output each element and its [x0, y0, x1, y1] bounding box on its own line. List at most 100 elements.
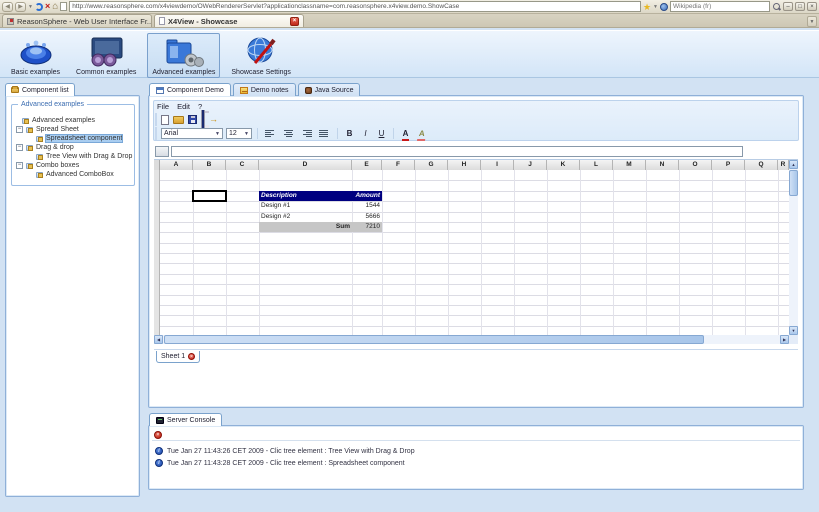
- cell-design1-label[interactable]: Design #1: [259, 201, 352, 211]
- scroll-left-icon[interactable]: ◀: [154, 335, 163, 344]
- align-right-button[interactable]: [299, 128, 314, 140]
- cell-amount-header[interactable]: Amount: [352, 191, 382, 201]
- horizontal-scroll-thumb[interactable]: [164, 335, 704, 344]
- search-input[interactable]: [670, 1, 770, 12]
- vertical-scrollbar[interactable]: ▲ ▼: [789, 160, 798, 335]
- tree-item-combo-boxes[interactable]: − Combo boxes: [14, 161, 132, 170]
- scroll-right-icon[interactable]: ▶: [780, 335, 789, 344]
- tree-item-spread-sheet[interactable]: − Spread Sheet: [14, 125, 132, 134]
- align-left-button[interactable]: [263, 128, 278, 140]
- vertical-scroll-thumb[interactable]: [789, 170, 798, 196]
- align-center-button[interactable]: [281, 128, 296, 140]
- home-icon[interactable]: ⌂: [52, 2, 58, 12]
- align-justify-button[interactable]: [317, 128, 332, 140]
- tree-expander-icon[interactable]: −: [16, 162, 23, 169]
- bold-button[interactable]: B: [343, 128, 356, 140]
- tree-item-tree-view-with-drag-drop[interactable]: Tree View with Drag & Drop: [14, 152, 132, 161]
- tab-java-source[interactable]: Java Source: [298, 83, 361, 96]
- fill-color-button[interactable]: A: [415, 128, 428, 140]
- column-header-cell[interactable]: M: [613, 160, 646, 170]
- export-icon[interactable]: →: [209, 115, 218, 124]
- bookmark-star-icon[interactable]: ★: [643, 2, 651, 12]
- spreadsheet[interactable]: ABCDEFGHIJKLMNOPQR Description Amount De…: [154, 159, 798, 344]
- column-header-cell[interactable]: A: [160, 160, 193, 170]
- column-header-cell[interactable]: C: [226, 160, 259, 170]
- cell-description-header[interactable]: Description: [259, 191, 352, 201]
- column-header-cell[interactable]: Q: [745, 160, 778, 170]
- minimize-button[interactable]: –: [783, 2, 793, 11]
- clear-console-icon[interactable]: ×: [154, 431, 162, 439]
- sheet-grid[interactable]: Description Amount Design #1 1544 Design…: [154, 170, 789, 335]
- cell-sum-label[interactable]: Sum: [259, 222, 352, 232]
- tab-component-demo[interactable]: Component Demo: [149, 83, 231, 96]
- formula-input[interactable]: [171, 146, 743, 157]
- page-icon: [60, 2, 67, 11]
- browser-tab-reasonsphere[interactable]: ReasonSphere - Web User Interface Fr...: [2, 14, 152, 27]
- basic-examples-button[interactable]: Basic examples: [6, 33, 65, 78]
- font-size-select[interactable]: 12 ▼: [226, 128, 252, 139]
- advanced-examples-button[interactable]: Advanced examples: [147, 33, 220, 78]
- cell-design2-label[interactable]: Design #2: [259, 212, 352, 222]
- column-header-cell[interactable]: E: [352, 160, 382, 170]
- menu-edit[interactable]: Edit: [177, 102, 190, 111]
- search-icon[interactable]: [772, 2, 781, 11]
- tree-item-spreadsheet-component[interactable]: Spreadsheet component: [14, 134, 132, 143]
- common-examples-button[interactable]: Common examples: [71, 33, 141, 78]
- column-header-cell[interactable]: J: [514, 160, 547, 170]
- showcase-settings-button[interactable]: Showcase Settings: [226, 33, 296, 78]
- tab-component-list[interactable]: Component list: [5, 83, 75, 96]
- save-icon[interactable]: [188, 115, 197, 124]
- refresh-icon[interactable]: [35, 3, 43, 11]
- tab-server-console[interactable]: Server Console: [149, 413, 222, 426]
- search-engine-icon[interactable]: [660, 3, 668, 11]
- column-header-cell[interactable]: K: [547, 160, 580, 170]
- tab-sheet-1[interactable]: Sheet 1 ×: [156, 351, 200, 363]
- italic-button[interactable]: I: [359, 128, 372, 140]
- formula-function-button[interactable]: [155, 146, 169, 157]
- cell-sum-value[interactable]: 7210: [352, 222, 382, 232]
- tree-item-advanced-examples[interactable]: Advanced examples: [14, 116, 132, 125]
- column-header-cell[interactable]: D: [259, 160, 352, 170]
- selected-cell[interactable]: [192, 190, 227, 202]
- horizontal-scrollbar[interactable]: ◀ ▶: [154, 335, 789, 344]
- column-header-cell[interactable]: P: [712, 160, 745, 170]
- column-header-cell[interactable]: F: [382, 160, 415, 170]
- column-header-cell[interactable]: H: [448, 160, 481, 170]
- column-header-cell[interactable]: R: [778, 160, 789, 170]
- stop-icon[interactable]: ×: [45, 2, 50, 11]
- column-header-cell[interactable]: G: [415, 160, 448, 170]
- tree-expander-icon[interactable]: −: [16, 126, 23, 133]
- new-document-icon[interactable]: [161, 115, 169, 125]
- column-header-cell[interactable]: I: [481, 160, 514, 170]
- tree-item-advanced-combobox[interactable]: Advanced ComboBox: [14, 170, 132, 179]
- tab-label: Server Console: [167, 417, 215, 424]
- sheet-close-icon[interactable]: ×: [188, 353, 195, 360]
- tab-demo-notes[interactable]: Demo notes: [233, 83, 296, 96]
- tree-expander-icon[interactable]: −: [16, 144, 23, 151]
- bookmark-dropdown-icon[interactable]: ▼: [653, 4, 658, 10]
- restore-button[interactable]: □: [795, 2, 805, 11]
- history-dropdown-icon[interactable]: ▼: [28, 4, 33, 10]
- tab-label: Demo notes: [251, 87, 289, 94]
- font-family-select[interactable]: Arial ▼: [161, 128, 223, 139]
- scroll-up-icon[interactable]: ▲: [789, 160, 798, 169]
- menu-file[interactable]: File: [157, 102, 169, 111]
- forward-button[interactable]: ▶: [15, 2, 26, 12]
- cell-design1-value[interactable]: 1544: [352, 201, 382, 211]
- url-input[interactable]: [69, 1, 641, 12]
- open-folder-icon[interactable]: [173, 116, 184, 124]
- column-header-cell[interactable]: O: [679, 160, 712, 170]
- scroll-down-icon[interactable]: ▼: [789, 326, 798, 335]
- back-button[interactable]: ◀: [2, 2, 13, 12]
- column-header-cell[interactable]: B: [193, 160, 226, 170]
- underline-button[interactable]: U: [375, 128, 388, 140]
- tree-item-drag-and-drop[interactable]: − Drag & drop: [14, 143, 132, 152]
- browser-tab-showcase[interactable]: X4View - Showcase ×: [154, 14, 304, 27]
- column-header-cell[interactable]: L: [580, 160, 613, 170]
- column-header-cell[interactable]: N: [646, 160, 679, 170]
- tab-close-icon[interactable]: ×: [290, 17, 299, 26]
- close-button[interactable]: ×: [807, 2, 817, 11]
- tab-overflow-icon[interactable]: ▼: [807, 16, 817, 27]
- cell-design2-value[interactable]: 5666: [352, 212, 382, 222]
- font-color-button[interactable]: A: [399, 128, 412, 140]
